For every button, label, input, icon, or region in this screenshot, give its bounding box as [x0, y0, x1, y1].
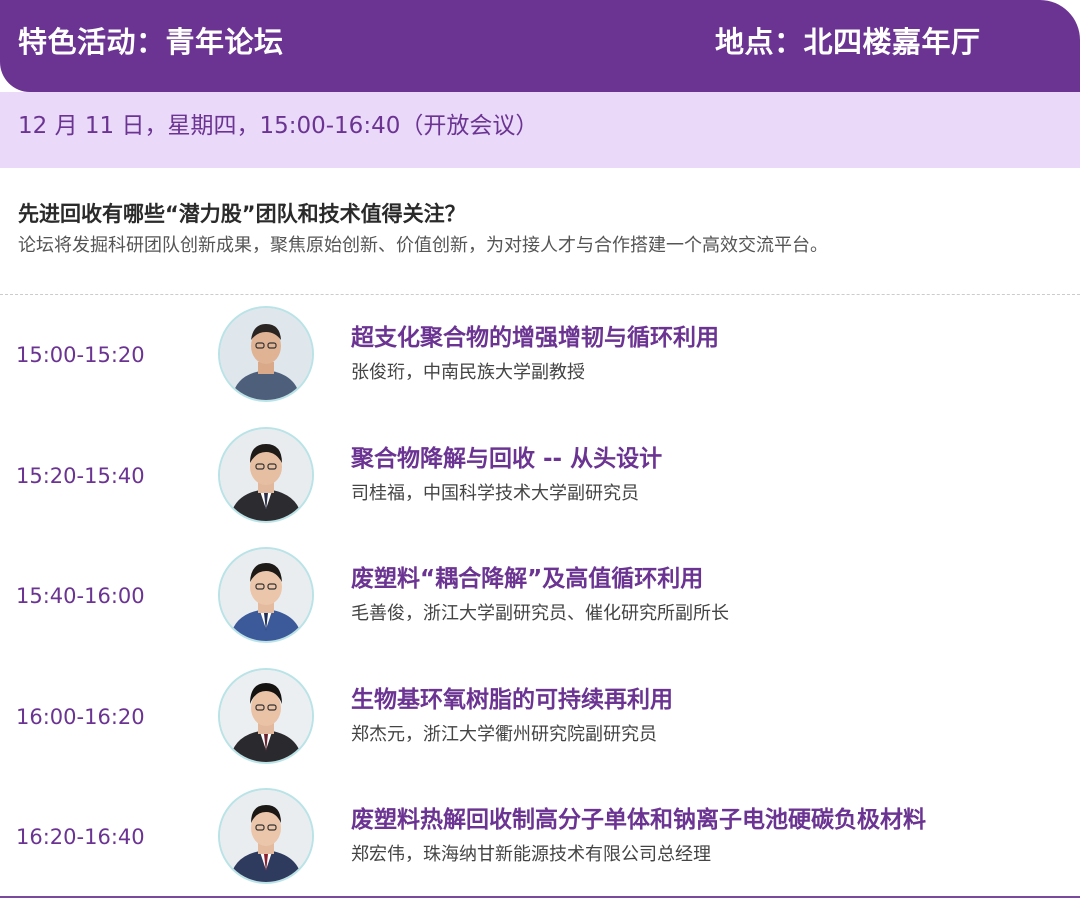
talk-title: 废塑料热解回收制高分子单体和钠离子电池硬碳负极材料 — [351, 807, 926, 833]
talk-speaker: 张俊珩，中南民族大学副教授 — [351, 362, 585, 383]
speaker-avatar — [218, 547, 314, 643]
intro-question: 先进回收有哪些“潜力股”团队和技术值得关注？ — [18, 202, 466, 226]
speaker-photo-icon — [220, 428, 312, 521]
talk-speaker: 郑杰元，浙江大学衢州研究院副研究员 — [351, 723, 657, 745]
talk-speaker: 毛善俊，浙江大学副研究员、催化研究所副所长 — [351, 603, 729, 624]
speaker-photo-icon — [220, 308, 312, 400]
bottom-border — [0, 896, 1080, 898]
talk-title: 聚合物降解与回收 -- 从头设计 — [351, 445, 663, 472]
speaker-photo-icon — [220, 669, 312, 762]
agenda-item: 15:20-15:40 聚合物降解与回收 -- 从头设计 司桂福，中国科学技术大… — [0, 423, 1080, 544]
agenda-time: 16:20-16:40 — [16, 825, 145, 849]
speaker-avatar — [218, 788, 314, 884]
agenda-item: 15:40-16:00 废塑料“耦合降解”及高值循环利用 毛善俊，浙江大学副研究… — [0, 543, 1080, 664]
speaker-photo-icon — [220, 790, 312, 882]
agenda-time: 15:00-15:20 — [16, 343, 145, 367]
agenda-time: 16:00-16:20 — [16, 704, 145, 729]
intro-section: 先进回收有哪些“潜力股”团队和技术值得关注？ 论坛将发掘科研团队创新成果，聚焦原… — [18, 198, 1068, 262]
event-date: 12 月 11 日，星期四，15:00-16:40（开放会议） — [18, 113, 539, 139]
agenda-item: 15:00-15:20 超支化聚合物的增强增韧与循环利用 张俊珩，中南民族大学副… — [0, 302, 1080, 423]
talk-title: 超支化聚合物的增强增韧与循环利用 — [351, 325, 719, 351]
talk-title: 生物基环氧树脂的可持续再利用 — [351, 686, 673, 713]
event-title: 特色活动：青年论坛 — [18, 25, 284, 59]
header-bar: 特色活动：青年论坛 地点：北四楼嘉年厅 — [0, 0, 1080, 92]
agenda-item: 16:20-16:40 废塑料热解回收制高分子单体和钠离子电池硬碳负极材料 郑宏… — [0, 784, 1080, 905]
agenda-time: 15:40-16:00 — [16, 584, 145, 608]
dashed-divider — [0, 294, 1080, 295]
talk-title: 废塑料“耦合降解”及高值循环利用 — [351, 566, 704, 592]
date-bar: 12 月 11 日，星期四，15:00-16:40（开放会议） — [0, 92, 1080, 168]
agenda-list: 15:00-15:20 超支化聚合物的增强增韧与循环利用 张俊珩，中南民族大学副… — [0, 302, 1080, 905]
intro-description: 论坛将发掘科研团队创新成果，聚焦原始创新、价值创新，为对接人才与合作搭建一个高效… — [18, 235, 828, 256]
speaker-avatar — [218, 667, 314, 764]
speaker-avatar — [218, 426, 314, 523]
event-location: 地点：北四楼嘉年厅 — [715, 25, 981, 59]
agenda-item: 16:00-16:20 生物基环氧树脂的可持续再利用 郑杰元，浙江大学衢州研究院… — [0, 664, 1080, 785]
talk-speaker: 司桂福，中国科学技术大学副研究员 — [351, 482, 639, 504]
agenda-time: 15:20-15:40 — [16, 463, 145, 488]
speaker-photo-icon — [220, 549, 312, 641]
talk-speaker: 郑宏伟，珠海纳甘新能源技术有限公司总经理 — [351, 844, 711, 865]
speaker-avatar — [218, 306, 314, 402]
